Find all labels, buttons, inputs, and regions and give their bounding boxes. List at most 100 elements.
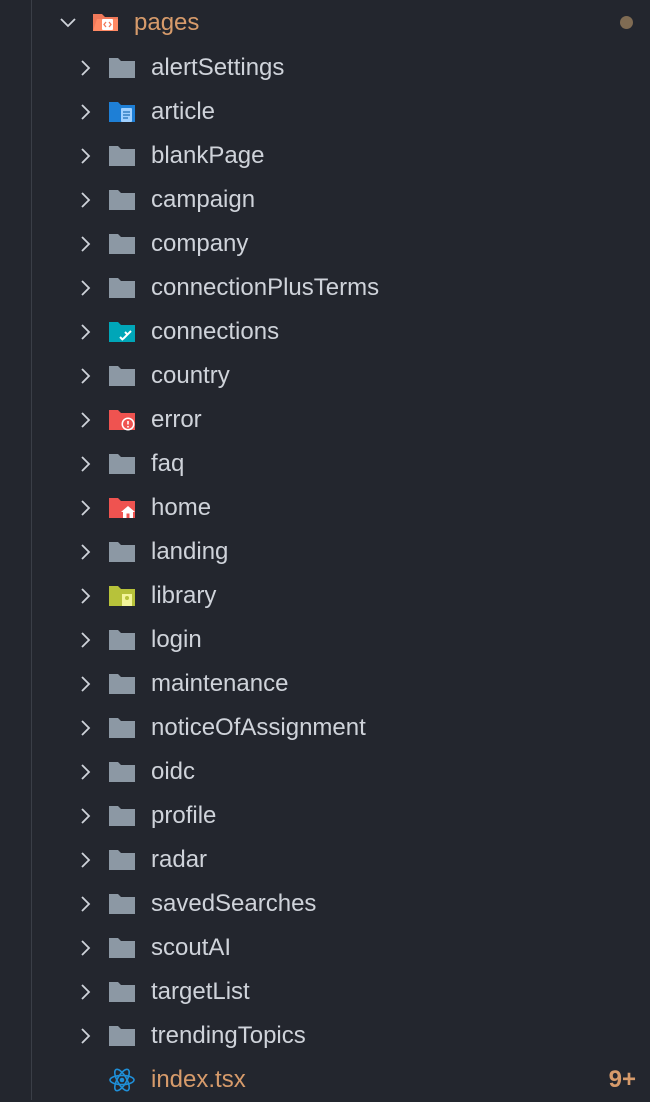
folder-error-icon bbox=[108, 408, 136, 432]
chevron-right-icon[interactable] bbox=[74, 541, 96, 563]
chevron-right-icon[interactable] bbox=[74, 497, 96, 519]
tree-item-label: landing bbox=[151, 538, 229, 565]
tree-item-label: library bbox=[151, 582, 217, 609]
folder-icon bbox=[108, 716, 136, 740]
tree-item-scoutAI[interactable]: scoutAI bbox=[0, 926, 650, 970]
folder-icon bbox=[108, 936, 136, 960]
chevron-right-icon[interactable] bbox=[74, 761, 96, 783]
chevron-right-icon[interactable] bbox=[74, 321, 96, 343]
chevron-right-icon[interactable] bbox=[74, 409, 96, 431]
tree-item-article[interactable]: article bbox=[0, 90, 650, 134]
file-explorer-tree: pages alertSettings article blankPage campa… bbox=[0, 0, 650, 1102]
tree-item-label: connectionPlusTerms bbox=[151, 274, 380, 301]
tree-item-label: index.tsx bbox=[151, 1066, 246, 1093]
tree-item-label: company bbox=[151, 230, 249, 257]
folder-icon bbox=[108, 56, 136, 80]
chevron-right-icon[interactable] bbox=[74, 233, 96, 255]
chevron-right-icon[interactable] bbox=[74, 365, 96, 387]
chevron-right-icon[interactable] bbox=[74, 189, 96, 211]
tree-item-label: radar bbox=[151, 846, 208, 873]
chevron-right-icon[interactable] bbox=[74, 277, 96, 299]
tree-item-company[interactable]: company bbox=[0, 222, 650, 266]
problems-badge: 9+ bbox=[608, 1066, 636, 1093]
tree-item-connectionPlusTerms[interactable]: connectionPlusTerms bbox=[0, 266, 650, 310]
tree-item-alertSettings[interactable]: alertSettings bbox=[0, 46, 650, 90]
tree-item-label: oidc bbox=[151, 758, 196, 785]
tree-item-pages[interactable]: pages bbox=[0, 0, 650, 46]
tree-item-label: trendingTopics bbox=[151, 1022, 306, 1049]
folder-icon bbox=[108, 364, 136, 388]
tree-item-landing[interactable]: landing bbox=[0, 530, 650, 574]
tree-item-label: home bbox=[151, 494, 212, 521]
tree-item-campaign[interactable]: campaign bbox=[0, 178, 650, 222]
folder-icon bbox=[108, 892, 136, 916]
tree-item-noticeOfAssignment[interactable]: noticeOfAssignment bbox=[0, 706, 650, 750]
folder-icon bbox=[108, 760, 136, 784]
folder-pages-open-icon bbox=[92, 10, 120, 34]
tree-item-label: login bbox=[151, 626, 202, 653]
tree-item-label: alertSettings bbox=[151, 54, 285, 81]
chevron-right-icon[interactable] bbox=[74, 937, 96, 959]
tree-item-connections[interactable]: connections bbox=[0, 310, 650, 354]
chevron-right-icon[interactable] bbox=[74, 57, 96, 79]
folder-icon bbox=[108, 144, 136, 168]
tree-item-savedSearches[interactable]: savedSearches bbox=[0, 882, 650, 926]
folder-library-icon bbox=[108, 584, 136, 608]
chevron-right-icon[interactable] bbox=[74, 717, 96, 739]
chevron-down-icon[interactable] bbox=[57, 12, 79, 34]
folder-icon bbox=[108, 452, 136, 476]
folder-icon bbox=[108, 628, 136, 652]
chevron-right-icon[interactable] bbox=[74, 849, 96, 871]
react-icon bbox=[108, 1068, 136, 1092]
tree-item-label: article bbox=[151, 98, 216, 125]
tree-item-oidc[interactable]: oidc bbox=[0, 750, 650, 794]
tree-item-faq[interactable]: faq bbox=[0, 442, 650, 486]
tree-item-label: blankPage bbox=[151, 142, 265, 169]
tree-item-library[interactable]: library bbox=[0, 574, 650, 618]
tree-item-login[interactable]: login bbox=[0, 618, 650, 662]
folder-icon bbox=[108, 276, 136, 300]
tree-item-label: campaign bbox=[151, 186, 256, 213]
modified-indicator-dot bbox=[620, 16, 633, 29]
tree-item-profile[interactable]: profile bbox=[0, 794, 650, 838]
tree-item-label: country bbox=[151, 362, 230, 389]
chevron-right-icon[interactable] bbox=[74, 453, 96, 475]
tree-item-label: error bbox=[151, 406, 202, 433]
tree-item-home[interactable]: home bbox=[0, 486, 650, 530]
tree-item-label: profile bbox=[151, 802, 217, 829]
tree-item-maintenance[interactable]: maintenance bbox=[0, 662, 650, 706]
folder-icon bbox=[108, 1024, 136, 1048]
folder-icon bbox=[108, 804, 136, 828]
folder-icon bbox=[108, 540, 136, 564]
chevron-right-icon[interactable] bbox=[74, 101, 96, 123]
tree-item-radar[interactable]: radar bbox=[0, 838, 650, 882]
tree-item-targetList[interactable]: targetList bbox=[0, 970, 650, 1014]
tree-item-label: faq bbox=[151, 450, 185, 477]
tree-item-blankPage[interactable]: blankPage bbox=[0, 134, 650, 178]
chevron-right-icon[interactable] bbox=[74, 981, 96, 1003]
tree-item-trendingTopics[interactable]: trendingTopics bbox=[0, 1014, 650, 1058]
tree-item-label: maintenance bbox=[151, 670, 289, 697]
chevron-right-icon[interactable] bbox=[74, 893, 96, 915]
folder-icon bbox=[108, 848, 136, 872]
chevron-right-icon[interactable] bbox=[74, 585, 96, 607]
folder-icon bbox=[108, 980, 136, 1004]
chevron-right-icon[interactable] bbox=[74, 805, 96, 827]
tree-item-error[interactable]: error bbox=[0, 398, 650, 442]
tree-item-label: connections bbox=[151, 318, 280, 345]
chevron-right-icon[interactable] bbox=[74, 1025, 96, 1047]
tree-item-label: noticeOfAssignment bbox=[151, 714, 366, 741]
tree-item-label: pages bbox=[134, 9, 200, 36]
tree-item-label: savedSearches bbox=[151, 890, 317, 917]
chevron-right-icon[interactable] bbox=[74, 629, 96, 651]
chevron-right-icon[interactable] bbox=[74, 145, 96, 167]
chevron-right-icon[interactable] bbox=[74, 673, 96, 695]
folder-article-icon bbox=[108, 100, 136, 124]
tree-item-index-tsx[interactable]: index.tsx 9+ bbox=[0, 1058, 650, 1102]
folder-home-icon bbox=[108, 496, 136, 520]
folder-icon bbox=[108, 188, 136, 212]
tree-item-label: scoutAI bbox=[151, 934, 232, 961]
tree-item-label: targetList bbox=[151, 978, 250, 1005]
folder-icon bbox=[108, 232, 136, 256]
tree-item-country[interactable]: country bbox=[0, 354, 650, 398]
